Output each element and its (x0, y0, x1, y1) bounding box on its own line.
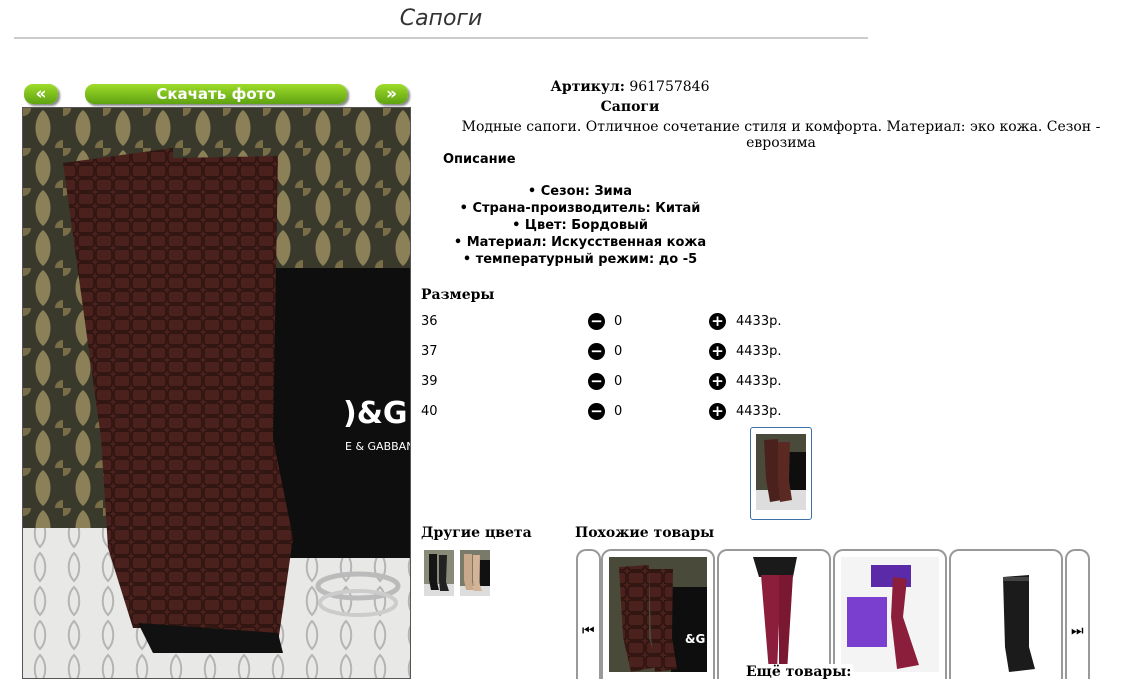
skip-forward-icon: ⏭ (1071, 623, 1084, 639)
description-heading: Описание (443, 152, 516, 167)
size-label: 39 (421, 374, 438, 389)
minus-icon[interactable]: − (588, 403, 605, 420)
similar-product-card[interactable] (833, 549, 947, 679)
similar-product-card[interactable] (949, 549, 1063, 679)
quantity-value: 0 (614, 374, 623, 389)
similar-products-heading: Похожие товары (575, 525, 715, 541)
plus-icon[interactable]: + (709, 313, 726, 330)
description-item: Сезон: Зима (420, 183, 740, 200)
article-line: Артикул: 961757846 (420, 79, 840, 95)
carousel-prev-button[interactable]: ⏮ (576, 549, 601, 679)
similar-product-card[interactable]: &G (601, 549, 715, 679)
download-photo-button[interactable]: Скачать фото (85, 84, 347, 104)
plus-icon[interactable]: + (709, 343, 726, 360)
size-row: 40 − 0 + 4433р. (421, 401, 801, 423)
carousel-next-button[interactable]: ⏭ (1065, 549, 1090, 679)
more-products-heading: Ещё товары: (744, 664, 854, 680)
article-value: 961757846 (629, 79, 710, 95)
description-item: температурный режим: до -5 (420, 251, 740, 268)
minus-icon[interactable]: − (588, 343, 605, 360)
description-item: Материал: Искусственная кожа (420, 234, 740, 251)
other-color-thumbnail[interactable] (424, 550, 454, 596)
plus-icon[interactable]: + (709, 403, 726, 420)
size-label: 37 (421, 344, 438, 359)
article-label: Артикул: (550, 79, 625, 95)
quantity-value: 0 (614, 344, 623, 359)
skip-back-icon: ⏮ (582, 623, 595, 639)
description-item: Страна-производитель: Китай (420, 200, 740, 217)
svg-text:E & GABBANA: E & GABBANA (345, 440, 410, 453)
size-price: 4433р. (736, 374, 782, 389)
size-label: 36 (421, 314, 438, 329)
size-row: 39 − 0 + 4433р. (421, 371, 801, 393)
minus-icon[interactable]: − (588, 313, 605, 330)
next-photo-button[interactable]: » (375, 84, 408, 104)
title-divider (14, 37, 868, 39)
similar-product-card[interactable] (717, 549, 831, 679)
svg-text:&G: &G (685, 632, 705, 646)
photo-thumbnail-selected[interactable] (750, 427, 812, 520)
prev-photo-button[interactable]: « (24, 84, 58, 104)
size-price: 4433р. (736, 344, 782, 359)
svg-text:)&G: )&G (343, 396, 408, 431)
description-list: Сезон: Зима Страна-производитель: Китай … (420, 183, 740, 268)
size-row: 37 − 0 + 4433р. (421, 341, 801, 363)
minus-icon[interactable]: − (588, 373, 605, 390)
size-label: 40 (421, 404, 438, 419)
quantity-value: 0 (614, 314, 623, 329)
page-title: Сапоги (399, 6, 483, 31)
other-colors-heading: Другие цвета (421, 525, 532, 541)
plus-icon[interactable]: + (709, 373, 726, 390)
quantity-value: 0 (614, 404, 623, 419)
description-item: Цвет: Бордовый (420, 217, 740, 234)
product-name: Сапоги (600, 99, 660, 115)
product-summary: Модные сапоги. Отличное сочетание стиля … (461, 119, 1101, 151)
sizes-heading: Размеры (421, 287, 495, 303)
other-color-thumbnail[interactable] (460, 550, 490, 596)
size-price: 4433р. (736, 404, 782, 419)
size-price: 4433р. (736, 314, 782, 329)
main-product-photo[interactable]: )&G E & GABBANA (22, 107, 411, 679)
size-row: 36 − 0 + 4433р. (421, 311, 801, 333)
